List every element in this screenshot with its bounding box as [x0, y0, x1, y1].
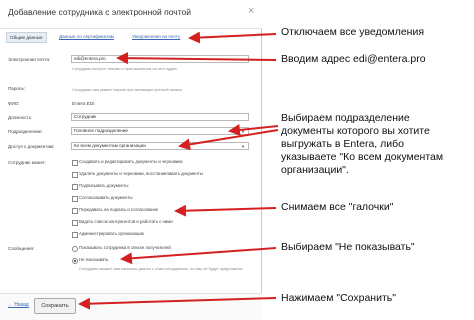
annotation-line: документы которого вы хотите	[281, 125, 430, 137]
arrow-checkboxes	[174, 204, 277, 217]
arrow-messages	[120, 247, 277, 265]
arrow-notifications	[188, 31, 277, 44]
annotation-email: Вводим адрес edi@entera.pro	[281, 53, 426, 65]
annotation-save: Нажимаем "Сохранить"	[281, 292, 396, 304]
annotation-line: организации".	[281, 164, 349, 176]
annotation-line: указываете "Ко всем документам	[281, 151, 444, 163]
arrow-access	[178, 129, 279, 151]
annotation-checkboxes: Снимаем все "галочки"	[281, 201, 394, 213]
annotation-messages: Выбираем "Не показывать"	[281, 241, 415, 253]
annotation-notifications: Отключаем все уведомления	[281, 26, 425, 38]
annotation-department: Выбираем подразделение документы которог…	[281, 112, 443, 177]
annotation-line: Выбираем подразделение	[281, 112, 410, 124]
annotation-line: выгружать в Entera, либо	[281, 138, 404, 150]
arrow-email	[116, 52, 277, 65]
arrow-save	[78, 297, 277, 310]
